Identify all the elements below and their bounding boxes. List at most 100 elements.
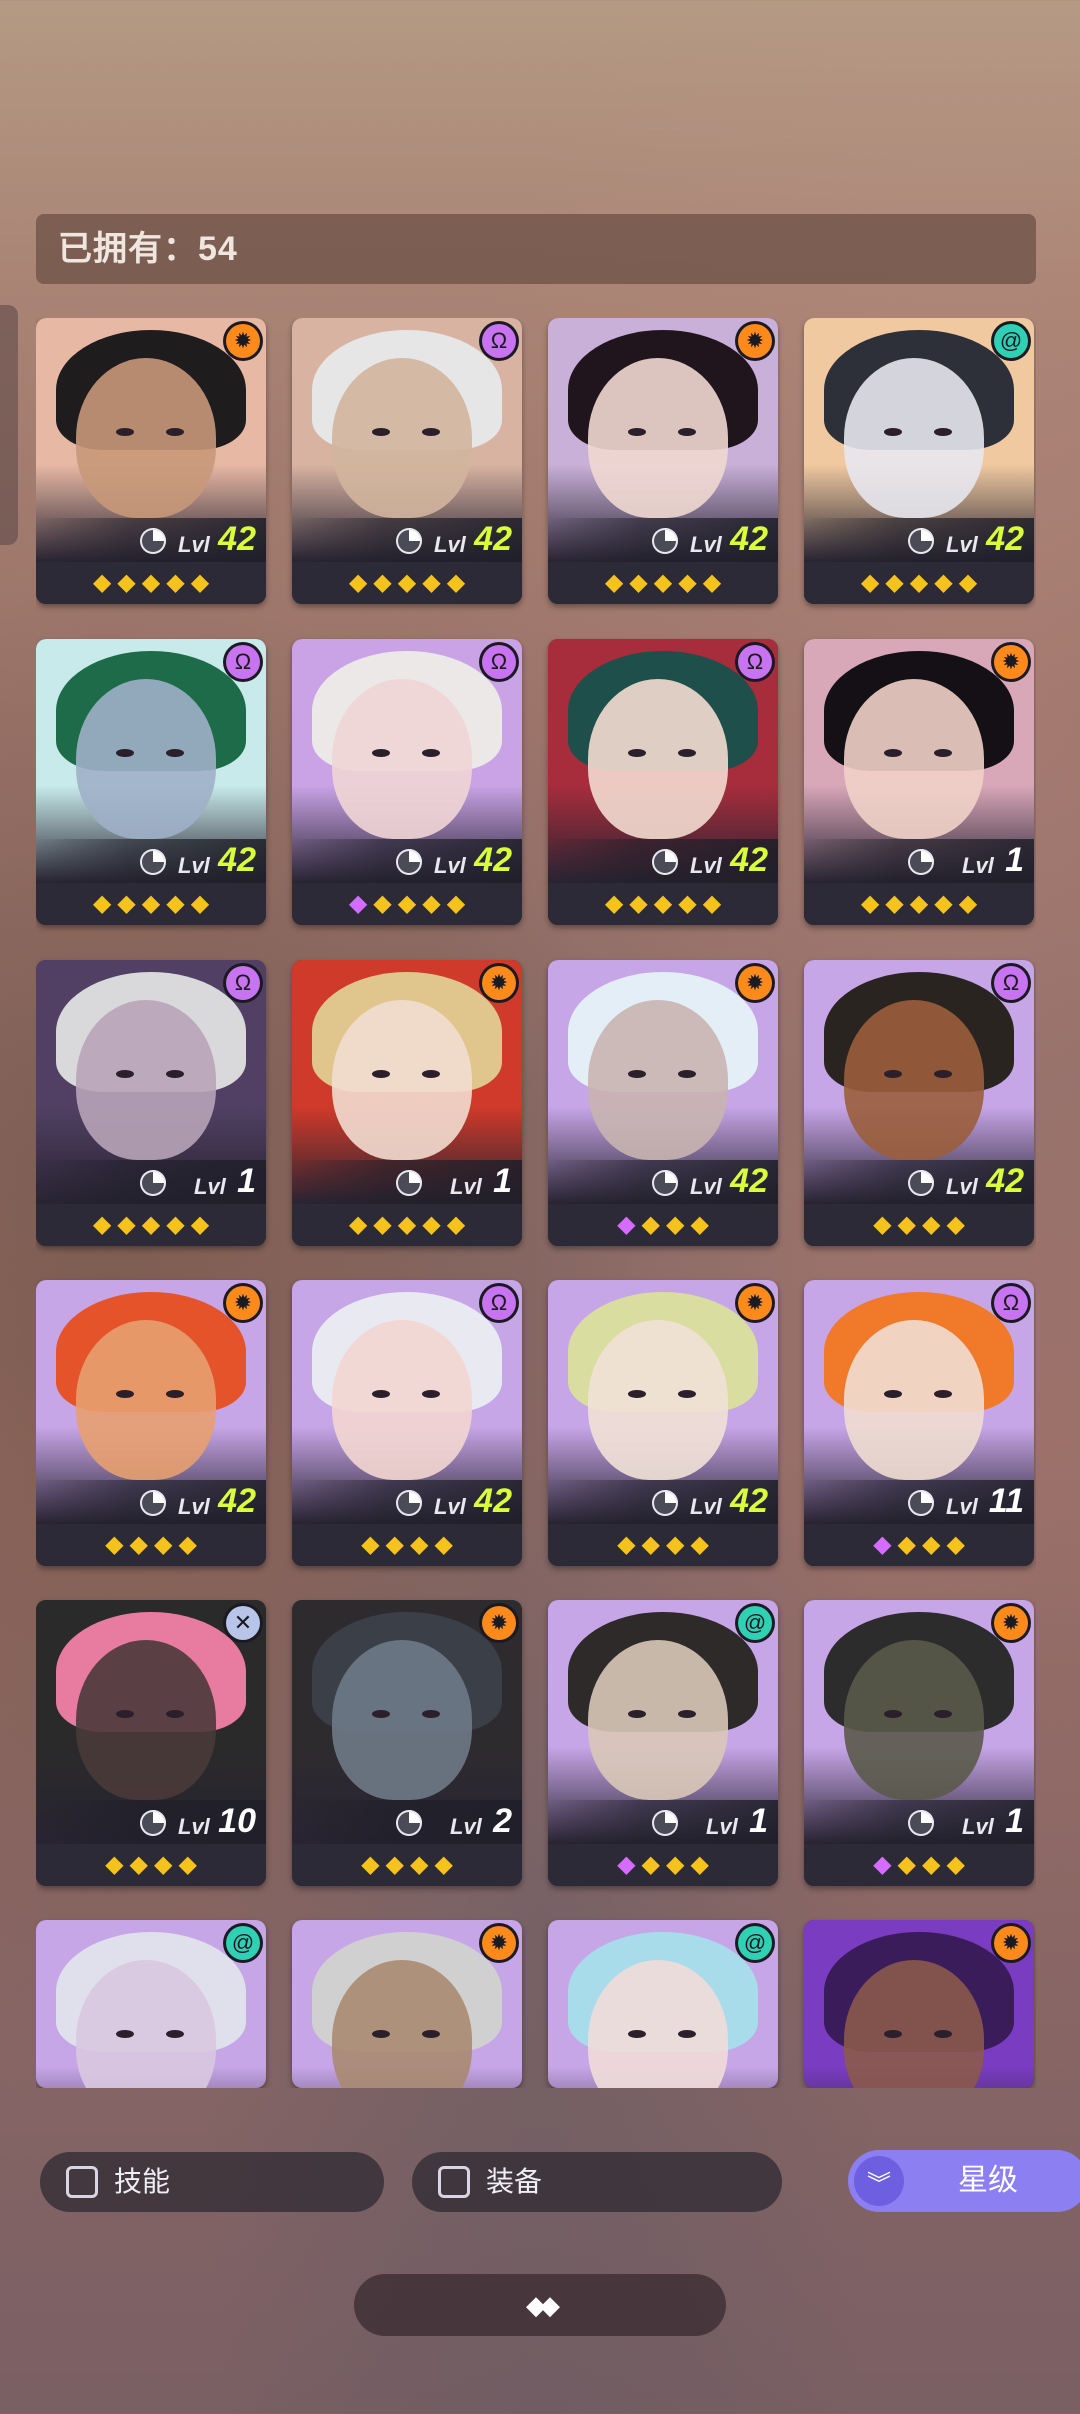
progress-dial-icon bbox=[652, 1170, 678, 1196]
hero-card[interactable]: ✹ bbox=[804, 1920, 1034, 2088]
hero-card[interactable]: @ Lvl 1 ◆ ◆ ◆ ◆ bbox=[548, 1600, 778, 1886]
level-value: 42 bbox=[218, 520, 256, 558]
progress-dial-icon bbox=[396, 849, 422, 875]
gold-star-icon: ◆ bbox=[117, 1211, 136, 1238]
gold-star-icon: ◆ bbox=[141, 890, 161, 917]
hero-card[interactable]: ✹ Lvl 42 ◆ ◆ ◆ ◆ bbox=[548, 1280, 778, 1566]
level-label: Lvl bbox=[962, 1814, 994, 1839]
gold-star-icon: ◆ bbox=[958, 890, 978, 917]
swirl-icon: @ bbox=[738, 1926, 772, 1960]
level-strip: Lvl 42 bbox=[804, 1160, 1034, 1204]
gold-star-icon: ◆ bbox=[946, 1211, 965, 1238]
hero-card[interactable]: Ω Lvl 42 ◆ ◆ ◆ ◆ bbox=[804, 960, 1034, 1246]
hero-eye bbox=[884, 1390, 902, 1398]
gold-star-icon: ◆ bbox=[922, 1851, 941, 1878]
level-strip: Lvl 42 bbox=[292, 518, 522, 562]
hero-card[interactable]: @ bbox=[36, 1920, 266, 2088]
hero-card[interactable]: ✹ Lvl 42 ◆ ◆ ◆ ◆ ◆ bbox=[36, 318, 266, 604]
level-value: 42 bbox=[986, 1162, 1024, 1200]
gold-star-icon: ◆ bbox=[666, 1531, 685, 1558]
equipment-checkbox[interactable] bbox=[438, 2166, 470, 2198]
level-value: 2 bbox=[493, 1802, 512, 1840]
hero-card[interactable]: @ Lvl 42 ◆ ◆ ◆ ◆ ◆ bbox=[804, 318, 1034, 604]
hero-card[interactable]: ✹ Lvl 42 ◆ ◆ ◆ ◆ bbox=[36, 1280, 266, 1566]
hero-card[interactable]: ✹ Lvl 1 ◆ ◆ ◆ ◆ bbox=[804, 1600, 1034, 1886]
hero-face bbox=[332, 1320, 472, 1480]
progress-dial-icon bbox=[908, 528, 934, 554]
hero-eye bbox=[884, 1710, 902, 1718]
gold-star-icon: ◆ bbox=[897, 1211, 916, 1238]
level-label: Lvl bbox=[194, 1174, 226, 1199]
star-rating: ◆ ◆ ◆ ◆ bbox=[292, 1844, 522, 1886]
hero-card[interactable]: Ω Lvl 42 ◆ ◆ ◆ ◆ ◆ bbox=[292, 318, 522, 604]
skill-checkbox[interactable] bbox=[66, 2166, 98, 2198]
gold-star-icon: ◆ bbox=[397, 1211, 417, 1238]
gold-star-icon: ◆ bbox=[190, 890, 210, 917]
level-label: Lvl bbox=[946, 1174, 978, 1199]
hero-card[interactable]: Ω Lvl 42 ◆ ◆ ◆ ◆ ◆ bbox=[548, 639, 778, 925]
hero-card[interactable]: ✹ bbox=[292, 1920, 522, 2088]
gold-star-icon: ◆ bbox=[860, 890, 880, 917]
hero-eye bbox=[678, 1710, 696, 1718]
hero-card[interactable]: Ω Lvl 42 ◆ ◆ ◆ ◆ bbox=[292, 1280, 522, 1566]
gold-star-icon: ◆ bbox=[909, 890, 929, 917]
level-strip: Lvl 42 bbox=[548, 1160, 778, 1204]
hero-eye bbox=[166, 428, 184, 436]
hero-eye bbox=[116, 1070, 134, 1078]
progress-dial-icon bbox=[396, 1170, 422, 1196]
hero-eye bbox=[166, 749, 184, 757]
level-value: 42 bbox=[730, 520, 768, 558]
gold-star-icon: ◆ bbox=[166, 1211, 185, 1238]
gold-star-icon: ◆ bbox=[885, 569, 904, 596]
gold-star-icon: ◆ bbox=[690, 1211, 709, 1238]
gold-star-icon: ◆ bbox=[348, 569, 368, 596]
gold-star-icon: ◆ bbox=[190, 569, 210, 596]
hero-eye bbox=[934, 1390, 952, 1398]
collapse-button[interactable]: ◆◆ bbox=[354, 2274, 726, 2336]
gold-star-icon: ◆ bbox=[361, 1531, 380, 1558]
skill-filter-toggle[interactable]: 技能 bbox=[40, 2152, 384, 2212]
level-strip: Lvl 42 bbox=[548, 1480, 778, 1524]
chevrons-icon: ◆◆ bbox=[526, 2289, 560, 2320]
hero-card[interactable]: ✹ Lvl 42 ◆ ◆ ◆ ◆ ◆ bbox=[548, 318, 778, 604]
gold-star-icon: ◆ bbox=[129, 1851, 148, 1878]
gold-star-icon: ◆ bbox=[422, 890, 441, 917]
level-label: Lvl bbox=[434, 532, 466, 557]
hero-card[interactable]: Ω Lvl 42 ◆ ◆ ◆ ◆ ◆ bbox=[36, 639, 266, 925]
gold-star-icon: ◆ bbox=[373, 569, 392, 596]
sun-gear-icon: ✹ bbox=[738, 966, 772, 1000]
swirl-icon: @ bbox=[738, 1606, 772, 1640]
level-strip: Lvl 10 bbox=[36, 1800, 266, 1844]
purple-star-icon: ◆ bbox=[617, 1851, 636, 1878]
hero-eye bbox=[884, 1070, 902, 1078]
hero-card[interactable]: Ω Lvl 11 ◆ ◆ ◆ ◆ bbox=[804, 1280, 1034, 1566]
hero-eye bbox=[678, 2030, 696, 2038]
hero-card[interactable]: Ω Lvl 42 ◆ ◆ ◆ ◆ ◆ bbox=[292, 639, 522, 925]
hero-card[interactable]: ✕ Lvl 10 ◆ ◆ ◆ ◆ bbox=[36, 1600, 266, 1886]
side-drawer-handle[interactable] bbox=[0, 305, 18, 545]
gold-star-icon: ◆ bbox=[958, 569, 978, 596]
hero-card[interactable]: ✹ Lvl 42 ◆ ◆ ◆ ◆ bbox=[548, 960, 778, 1246]
gold-star-icon: ◆ bbox=[166, 890, 185, 917]
owned-count-bar: 已拥有：54 bbox=[36, 214, 1036, 284]
gold-star-icon: ◆ bbox=[629, 890, 648, 917]
star-rating: ◆ ◆ ◆ ◆ ◆ bbox=[804, 883, 1034, 925]
gold-star-icon: ◆ bbox=[178, 1851, 197, 1878]
equipment-filter-toggle[interactable]: 装备 bbox=[412, 2152, 782, 2212]
hero-card[interactable]: @ bbox=[548, 1920, 778, 2088]
gold-star-icon: ◆ bbox=[604, 890, 624, 917]
hero-card[interactable]: ✹ Lvl 1 ◆ ◆ ◆ ◆ ◆ bbox=[804, 639, 1034, 925]
hero-card[interactable]: ✹ Lvl 1 ◆ ◆ ◆ ◆ ◆ bbox=[292, 960, 522, 1246]
gold-star-icon: ◆ bbox=[117, 890, 136, 917]
hero-card[interactable]: ✹ Lvl 2 ◆ ◆ ◆ ◆ bbox=[292, 1600, 522, 1886]
hero-eye bbox=[372, 1070, 390, 1078]
gold-star-icon: ◆ bbox=[934, 569, 953, 596]
hero-face bbox=[844, 679, 984, 839]
sort-by-stars-button[interactable]: ︾ 星级 bbox=[848, 2150, 1080, 2212]
hero-face bbox=[844, 1000, 984, 1160]
gold-star-icon: ◆ bbox=[653, 890, 673, 917]
hero-face bbox=[332, 679, 472, 839]
owned-count-text: 已拥有：54 bbox=[58, 230, 238, 268]
level-strip: Lvl 42 bbox=[804, 518, 1034, 562]
hero-card[interactable]: Ω Lvl 1 ◆ ◆ ◆ ◆ ◆ bbox=[36, 960, 266, 1246]
